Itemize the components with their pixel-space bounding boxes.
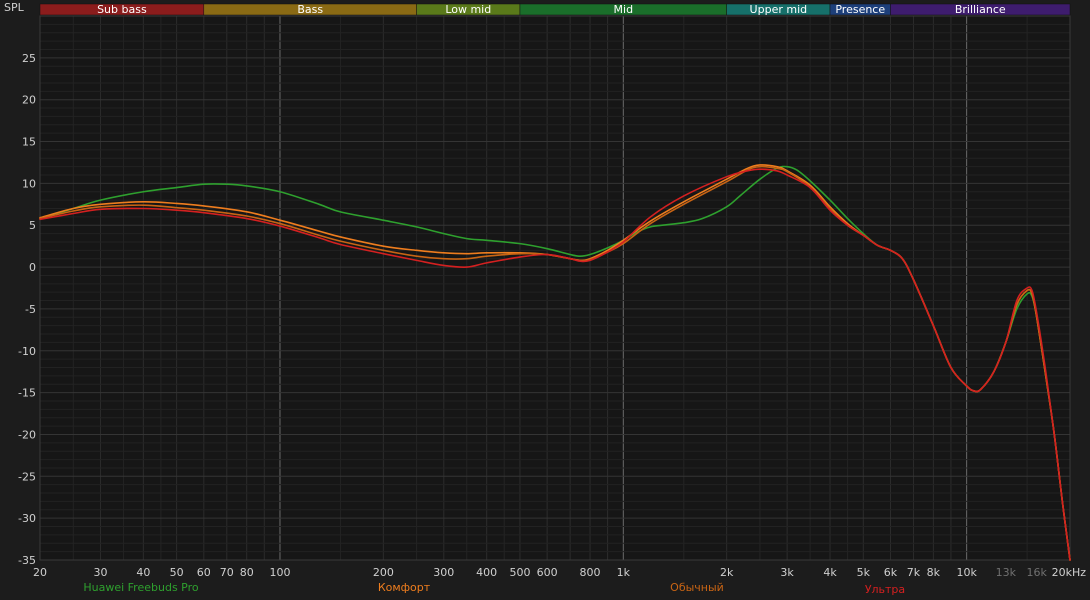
y-tick-label: 5	[29, 219, 36, 232]
y-tick-label: -15	[18, 387, 36, 400]
x-tick-label: 6k	[884, 566, 898, 579]
legend: Huawei Freebuds Pro Комфорт Обычный Ультра	[83, 581, 905, 596]
x-tick-label: 400	[476, 566, 497, 579]
x-tick-label: 10k	[956, 566, 977, 579]
y-tick-label: -5	[25, 303, 36, 316]
x-tick-label: 80	[240, 566, 254, 579]
frequency-bands: Sub bass Bass Low mid Mid Upper mid Presence B…	[39, 3, 1071, 16]
x-axis: 20 30 40 50 60 70 80 100 200 300 400 500 600 800 1k 2k 3…	[33, 566, 1086, 579]
y-tick-label: -20	[18, 428, 36, 441]
x-tick-label: 20	[33, 566, 47, 579]
frequency-response-chart: Sub bass Bass Low mid Mid Upper mid Presence B…	[4, 1, 1086, 596]
band-label: Bass	[297, 3, 323, 16]
x-tick-label: 70	[220, 566, 234, 579]
band-label: Upper mid	[750, 3, 808, 16]
x-tick-label: 4k	[823, 566, 837, 579]
x-tick-label: 1k	[617, 566, 631, 579]
x-tick-label: 40	[136, 566, 150, 579]
x-tick-label: 7k	[907, 566, 921, 579]
x-tick-label: 800	[580, 566, 601, 579]
x-tick-label: 600	[537, 566, 558, 579]
x-tick-label: 20kHz	[1052, 566, 1087, 579]
y-tick-label: 10	[22, 177, 36, 190]
x-tick-label: 200	[373, 566, 394, 579]
x-tick-label: 3k	[780, 566, 794, 579]
plot-background	[40, 16, 1070, 560]
y-tick-label: -30	[18, 512, 36, 525]
band-label: Sub bass	[97, 3, 147, 16]
x-tick-label: 500	[509, 566, 530, 579]
x-tick-label: 13k	[996, 566, 1017, 579]
band-label: Presence	[835, 3, 885, 16]
y-tick-label: -10	[18, 345, 36, 358]
x-tick-label: 60	[197, 566, 211, 579]
x-tick-label: 300	[433, 566, 454, 579]
y-tick-label: 25	[22, 52, 36, 65]
legend-entry: Комфорт	[378, 581, 431, 594]
x-tick-label: 50	[170, 566, 184, 579]
y-tick-label: 20	[22, 94, 36, 107]
y-tick-label: 0	[29, 261, 36, 274]
band-label: Low mid	[445, 3, 491, 16]
x-tick-label: 2k	[720, 566, 734, 579]
x-tick-label: 8k	[927, 566, 941, 579]
y-tick-label: -25	[18, 470, 36, 483]
y-axis: 2520151050-5-10-15-20-25-30-35	[18, 52, 36, 567]
legend-entry: Huawei Freebuds Pro	[83, 581, 199, 594]
x-tick-label: 5k	[857, 566, 871, 579]
x-tick-label: 16k	[1027, 566, 1048, 579]
y-axis-label: SPL	[4, 1, 25, 14]
x-tick-label: 30	[93, 566, 107, 579]
legend-entry: Обычный	[670, 581, 724, 594]
band-label: Brilliance	[955, 3, 1006, 16]
band-label: Mid	[614, 3, 634, 16]
legend-entry: Ультра	[865, 583, 905, 596]
y-tick-label: 15	[22, 136, 36, 149]
x-tick-label: 100	[269, 566, 290, 579]
